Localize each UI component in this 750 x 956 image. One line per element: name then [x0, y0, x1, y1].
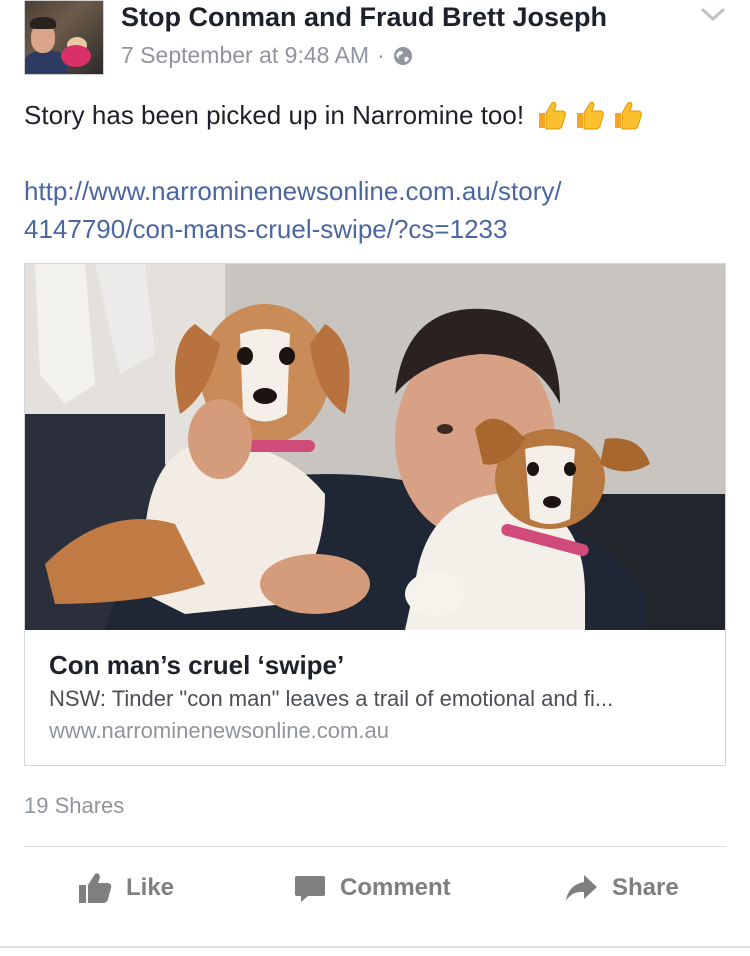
- link-preview-domain: www.narrominenewsonline.com.au: [49, 718, 389, 743]
- link-line-2[interactable]: 4147790/con-mans-cruel-swipe/?cs=1233: [24, 210, 704, 248]
- shares-count[interactable]: 19 Shares: [24, 793, 124, 819]
- link-preview-image[interactable]: [25, 264, 725, 630]
- avatar[interactable]: [24, 0, 104, 75]
- thumbs-up-icon: [615, 101, 642, 130]
- comment-icon: [295, 876, 325, 902]
- divider: [0, 946, 750, 948]
- link-line-1[interactable]: http://www.narrominenewsonline.com.au/st…: [24, 172, 704, 210]
- share-arrow-icon: [566, 875, 597, 901]
- meta-separator: ·: [377, 42, 385, 68]
- share-button[interactable]: Share: [564, 860, 679, 916]
- like-button[interactable]: Like: [78, 860, 174, 916]
- chevron-down-icon[interactable]: [700, 6, 726, 24]
- emoji-group: [534, 98, 644, 132]
- author-name[interactable]: Stop Conman and Fraud Brett Joseph: [121, 2, 607, 33]
- comment-button[interactable]: Comment: [294, 860, 451, 916]
- like-label: Like: [126, 874, 175, 901]
- share-label: Share: [612, 874, 679, 901]
- comment-label: Comment: [340, 874, 451, 901]
- link-preview-card[interactable]: Con man’s cruel ‘swipe’ NSW: Tinder "con…: [24, 263, 726, 766]
- timestamp[interactable]: 7 September at 9:48 AM: [121, 42, 369, 69]
- like-icon: [79, 873, 112, 903]
- link-preview-title[interactable]: Con man’s cruel ‘swipe’: [49, 650, 344, 681]
- divider: [24, 846, 726, 847]
- thumbs-up-icon: [577, 101, 604, 130]
- action-bar: Like Comment Share: [0, 860, 750, 916]
- post-meta: 7 September at 9:48 AM ·: [121, 42, 413, 69]
- globe-icon: [393, 46, 412, 65]
- post-header: Stop Conman and Fraud Brett Joseph 7 Sep…: [24, 0, 726, 80]
- link-preview-description: NSW: Tinder "con man" leaves a trail of …: [49, 686, 614, 711]
- post-link[interactable]: http://www.narrominenewsonline.com.au/st…: [24, 172, 704, 248]
- thumbs-up-icon: [539, 101, 566, 130]
- post-message: Story has been picked up in Narromine to…: [24, 99, 525, 130]
- post-text: Story has been picked up in Narromine to…: [24, 98, 644, 132]
